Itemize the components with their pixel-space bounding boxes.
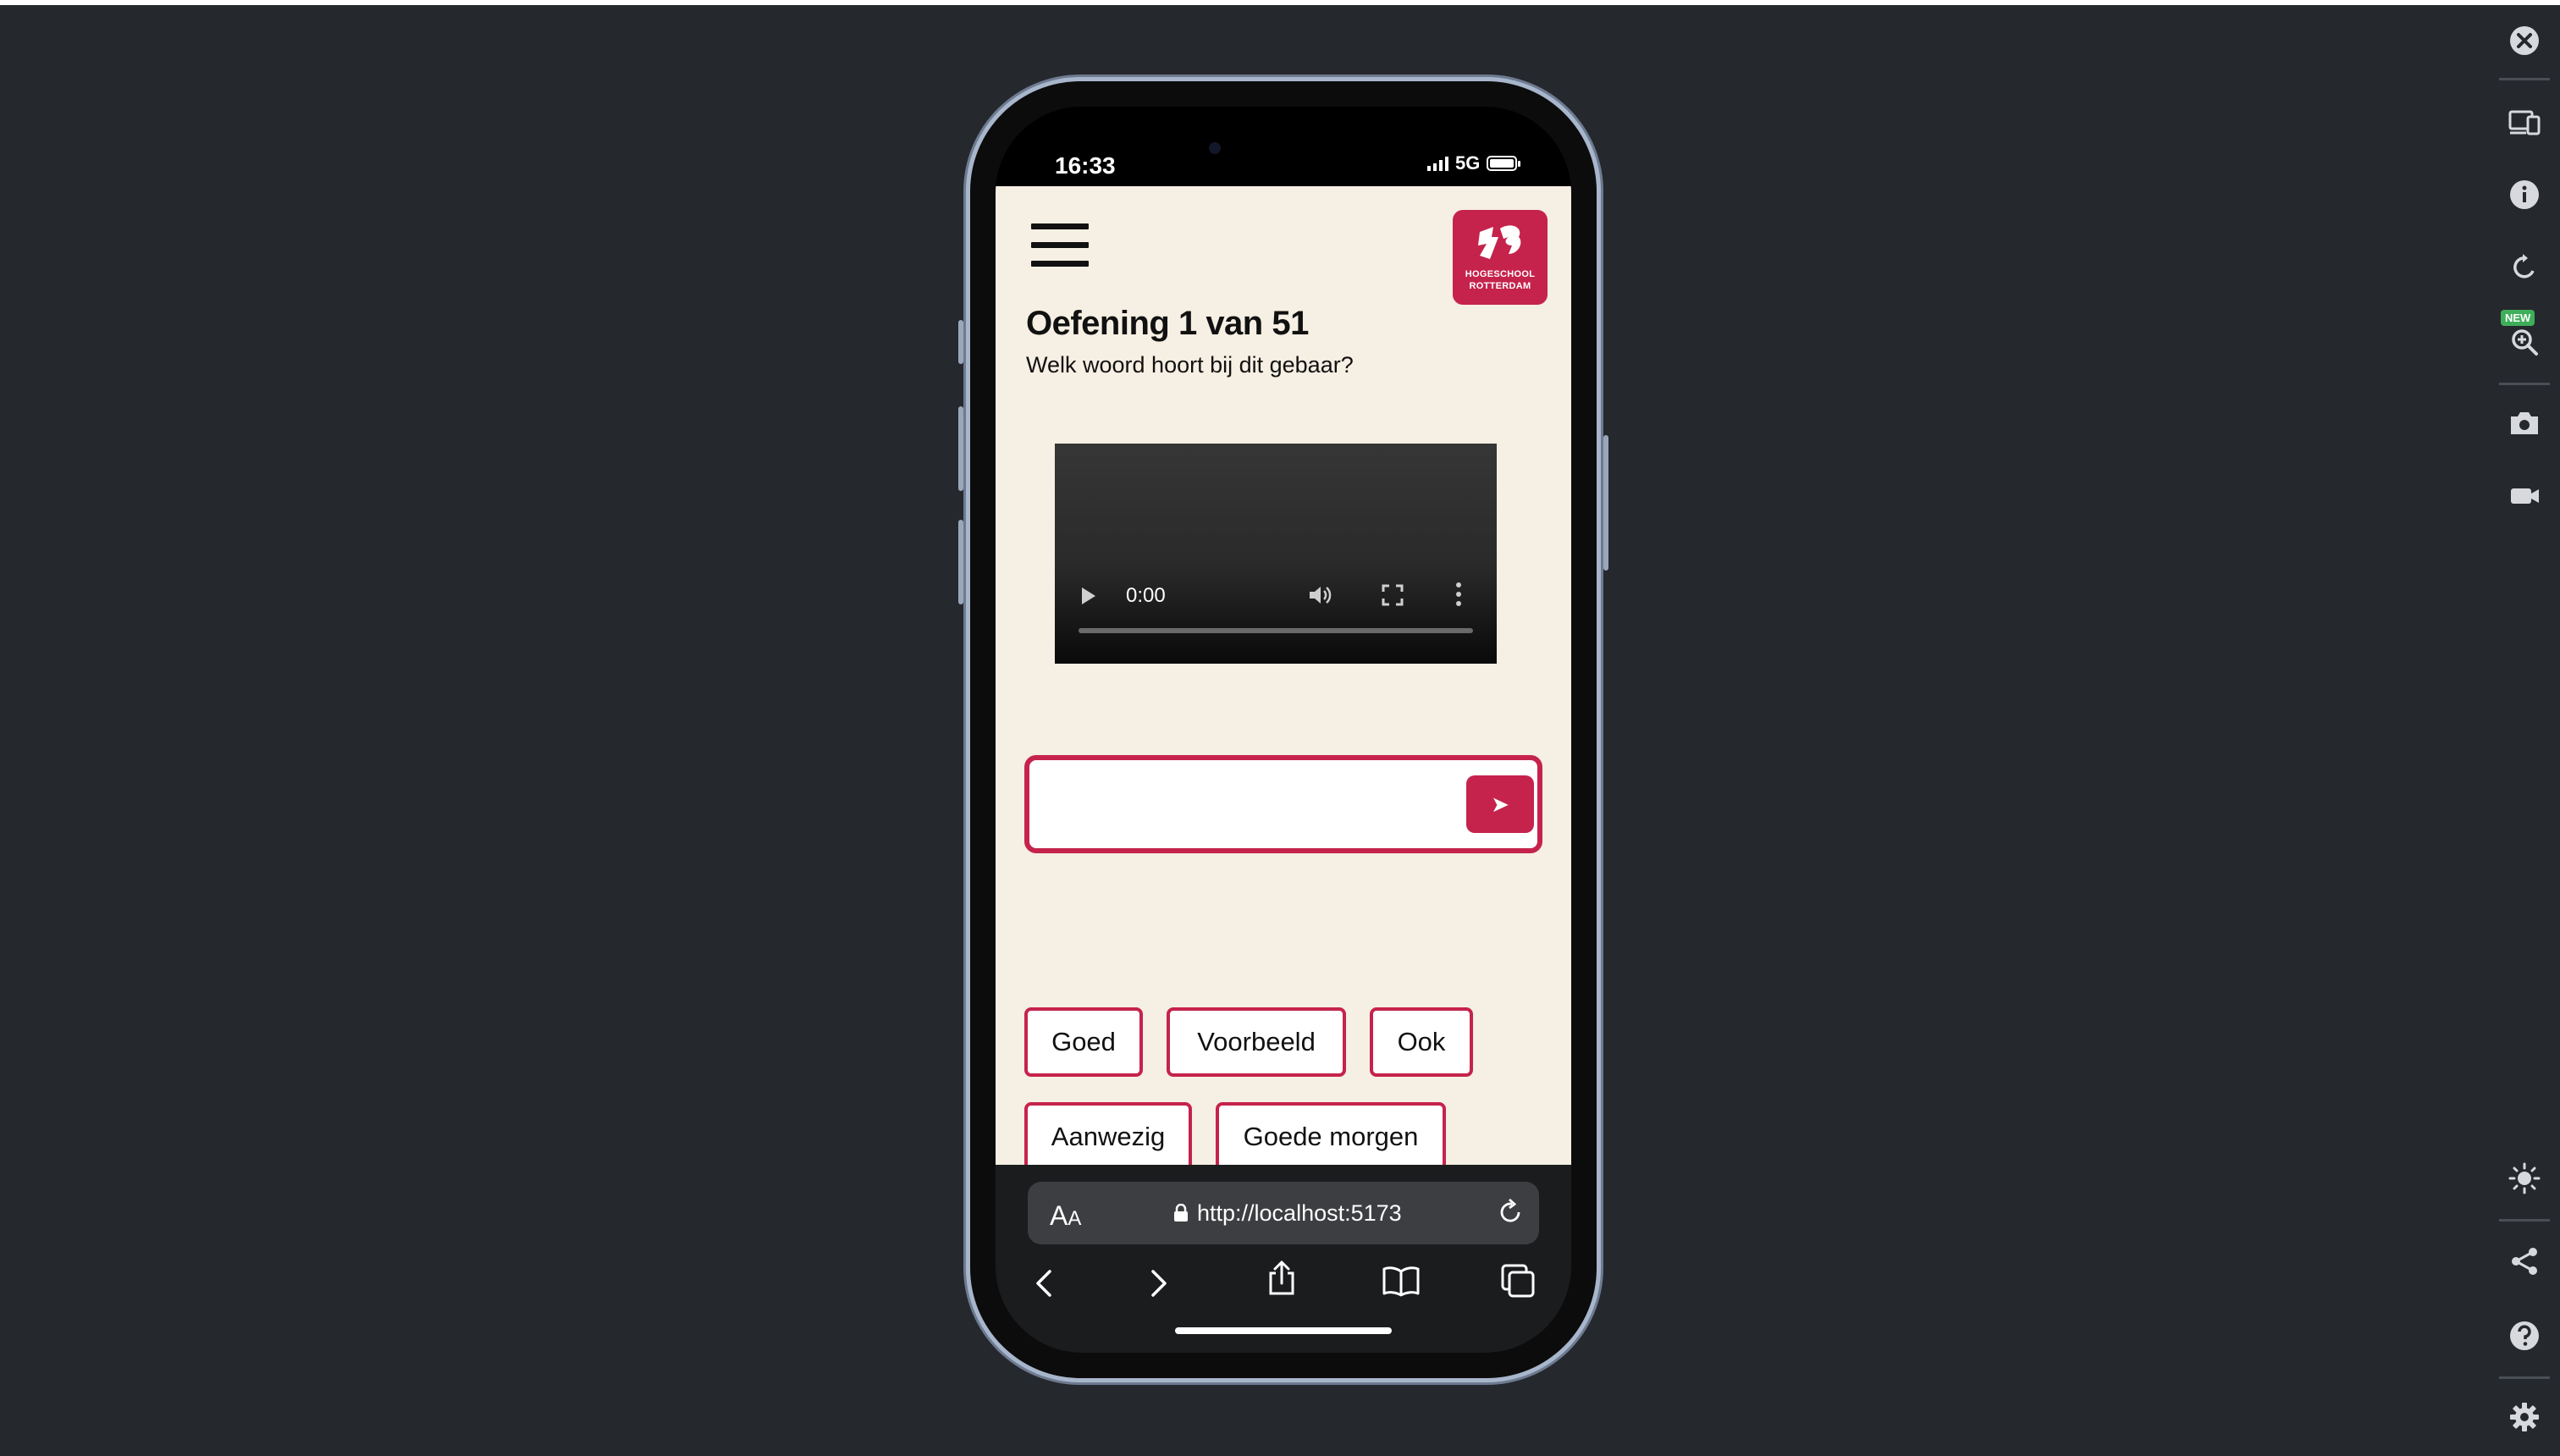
hogeschool-rotterdam-logo[interactable]: HOGESCHOOL ROTTERDAM [1453, 210, 1548, 305]
video-time: 0:00 [1126, 584, 1166, 607]
browser-toolbar: AA http://localhost:5173 [996, 1165, 1571, 1353]
video-record-icon[interactable] [2501, 472, 2548, 520]
signal-icon [1427, 156, 1448, 171]
device-icon[interactable] [2501, 98, 2548, 146]
phone-screen: 16:33 5G HOGESCHOOL ROTTERDAM Oefening 1… [996, 107, 1571, 1353]
brightness-icon[interactable] [2501, 1155, 2548, 1202]
play-icon[interactable] [1082, 587, 1095, 604]
power-button [1603, 435, 1608, 571]
option-button-voorbeeld[interactable]: Voorbeeld [1167, 1007, 1346, 1077]
option-button-aanwezig[interactable]: Aanwezig [1024, 1102, 1192, 1172]
logo-line-2: ROTTERDAM [1469, 281, 1531, 291]
logo-line-1: HOGESCHOOL [1465, 269, 1536, 279]
send-button[interactable]: ➤ [1466, 775, 1534, 833]
option-button-goed[interactable]: Goed [1024, 1007, 1143, 1077]
help-icon[interactable] [2501, 1312, 2548, 1359]
address-bar[interactable]: AA http://localhost:5173 [1028, 1182, 1539, 1244]
info-icon[interactable] [2501, 171, 2548, 218]
top-edge [0, 0, 2560, 5]
answer-input[interactable] [1040, 772, 1466, 838]
new-badge: NEW [2501, 310, 2535, 326]
volume-down-button [958, 520, 963, 604]
volume-up-button [958, 406, 963, 491]
toolbar-divider [2499, 78, 2550, 80]
rotate-icon[interactable] [2501, 244, 2548, 291]
volume-icon[interactable] [1307, 582, 1332, 612]
url-text: http://localhost:5173 [1197, 1200, 1402, 1226]
logo-mark-icon [1478, 225, 1521, 259]
front-camera [1209, 142, 1221, 154]
exercise-question: Welk woord hoort bij dit gebaar? [1026, 352, 1354, 378]
bookmarks-icon[interactable] [1382, 1265, 1421, 1301]
app-content: HOGESCHOOL ROTTERDAM Oefening 1 van 51 W… [996, 186, 1571, 1172]
notch [1175, 107, 1392, 154]
simulator-toolbar: NEW [2489, 0, 2560, 1456]
share-icon[interactable] [2501, 1238, 2548, 1285]
send-arrow-icon: ➤ [1491, 791, 1509, 817]
lock-icon [1173, 1203, 1189, 1227]
toolbar-divider [2499, 1219, 2550, 1222]
more-options-icon[interactable] [1454, 581, 1463, 612]
exercise-title: Oefening 1 van 51 [1026, 305, 1309, 342]
battery-icon [1487, 156, 1521, 171]
toolbar-divider [2499, 383, 2550, 385]
menu-icon[interactable] [1031, 223, 1089, 274]
option-button-ook[interactable]: Ook [1370, 1007, 1473, 1077]
forward-icon[interactable] [1146, 1266, 1172, 1304]
video-progress-bar[interactable] [1079, 628, 1473, 633]
tabs-icon[interactable] [1500, 1263, 1536, 1303]
zoom-icon[interactable]: NEW [2501, 310, 2548, 364]
status-indicators: 5G [1427, 152, 1521, 174]
home-indicator[interactable] [1175, 1327, 1392, 1334]
sign-video-player[interactable]: 0:00 [1055, 444, 1497, 664]
network-label: 5G [1455, 152, 1481, 174]
silent-switch [958, 320, 963, 364]
text-size-button[interactable]: AA [1050, 1200, 1081, 1232]
phone-frame: 16:33 5G HOGESCHOOL ROTTERDAM Oefening 1… [958, 81, 1608, 1378]
settings-icon[interactable] [2501, 1393, 2548, 1441]
back-icon[interactable] [1031, 1266, 1057, 1304]
camera-icon[interactable] [2501, 400, 2548, 447]
toolbar-divider [2499, 1376, 2550, 1379]
status-bar: 16:33 5G [996, 107, 1571, 186]
close-icon[interactable] [2501, 17, 2548, 64]
option-button-goede-morgen[interactable]: Goede morgen [1216, 1102, 1446, 1172]
fullscreen-icon[interactable] [1382, 584, 1404, 610]
status-time: 16:33 [1055, 152, 1116, 179]
reload-icon[interactable] [1495, 1197, 1526, 1232]
share-sheet-icon[interactable] [1265, 1260, 1299, 1301]
answer-field: ➤ [1024, 755, 1542, 853]
